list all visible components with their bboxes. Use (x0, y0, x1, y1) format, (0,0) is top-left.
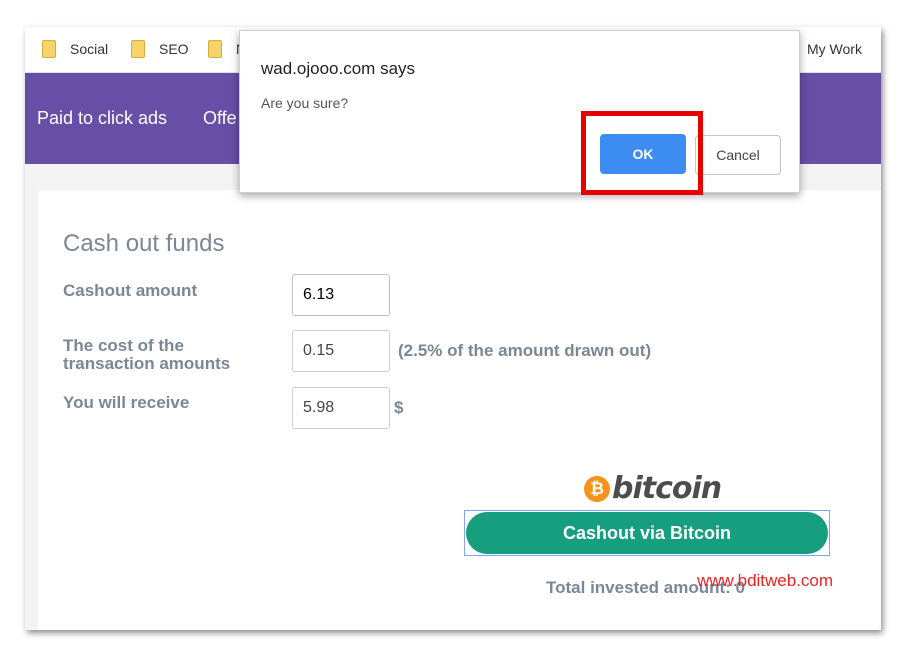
page-title: Cash out funds (63, 230, 225, 257)
transaction-cost-input[interactable] (292, 330, 390, 372)
bookmark-label: Social (70, 41, 109, 57)
confirm-dialog: wad.ojooo.com says Are you sure? OK Canc… (239, 30, 800, 195)
bookmark-social[interactable]: Social (42, 40, 108, 58)
transaction-cost-label-line1: The cost of the (63, 336, 184, 355)
nav-item-offers[interactable]: Offe (203, 108, 237, 129)
you-will-receive-label: You will receive (63, 393, 190, 412)
watermark-text: www.bditweb.com (697, 571, 834, 590)
transaction-cost-label: The cost of the transaction amounts (63, 337, 230, 373)
bitcoin-icon: ₿ (584, 475, 610, 502)
bitcoin-wordmark: bitcoin (612, 471, 722, 506)
dialog-message: Are you sure? (261, 95, 349, 111)
cashout-card: Cash out funds Cashout amount The cost o… (38, 190, 881, 630)
transaction-cost-hint: (2.5% of the amount drawn out) (398, 341, 652, 360)
bookmark-seo[interactable]: SEO (131, 40, 189, 58)
folder-icon (208, 40, 222, 58)
bitcoin-logo: ₿ bitcoin (584, 471, 722, 506)
nav-item-paid-to-click[interactable]: Paid to click ads (37, 108, 167, 129)
you-will-receive-input[interactable] (292, 387, 390, 429)
bookmark-my-work[interactable]: My Work (807, 41, 862, 57)
cashout-amount-label: Cashout amount (63, 281, 198, 300)
bookmark-label: SEO (159, 41, 189, 57)
cashout-button-focus-ring: Cashout via Bitcoin (464, 510, 830, 556)
dialog-title: wad.ojooo.com says (261, 59, 416, 78)
cashout-via-bitcoin-button[interactable]: Cashout via Bitcoin (466, 512, 828, 554)
ok-highlight-box (581, 111, 703, 195)
folder-icon (42, 40, 56, 58)
cancel-button[interactable]: Cancel (695, 135, 781, 175)
folder-icon (131, 40, 145, 58)
currency-symbol: $ (394, 398, 404, 417)
cashout-amount-input[interactable] (292, 274, 390, 316)
browser-frame: Social SEO N My Work Paid to click ads O… (25, 27, 881, 630)
transaction-cost-label-line2: transaction amounts (63, 354, 231, 373)
